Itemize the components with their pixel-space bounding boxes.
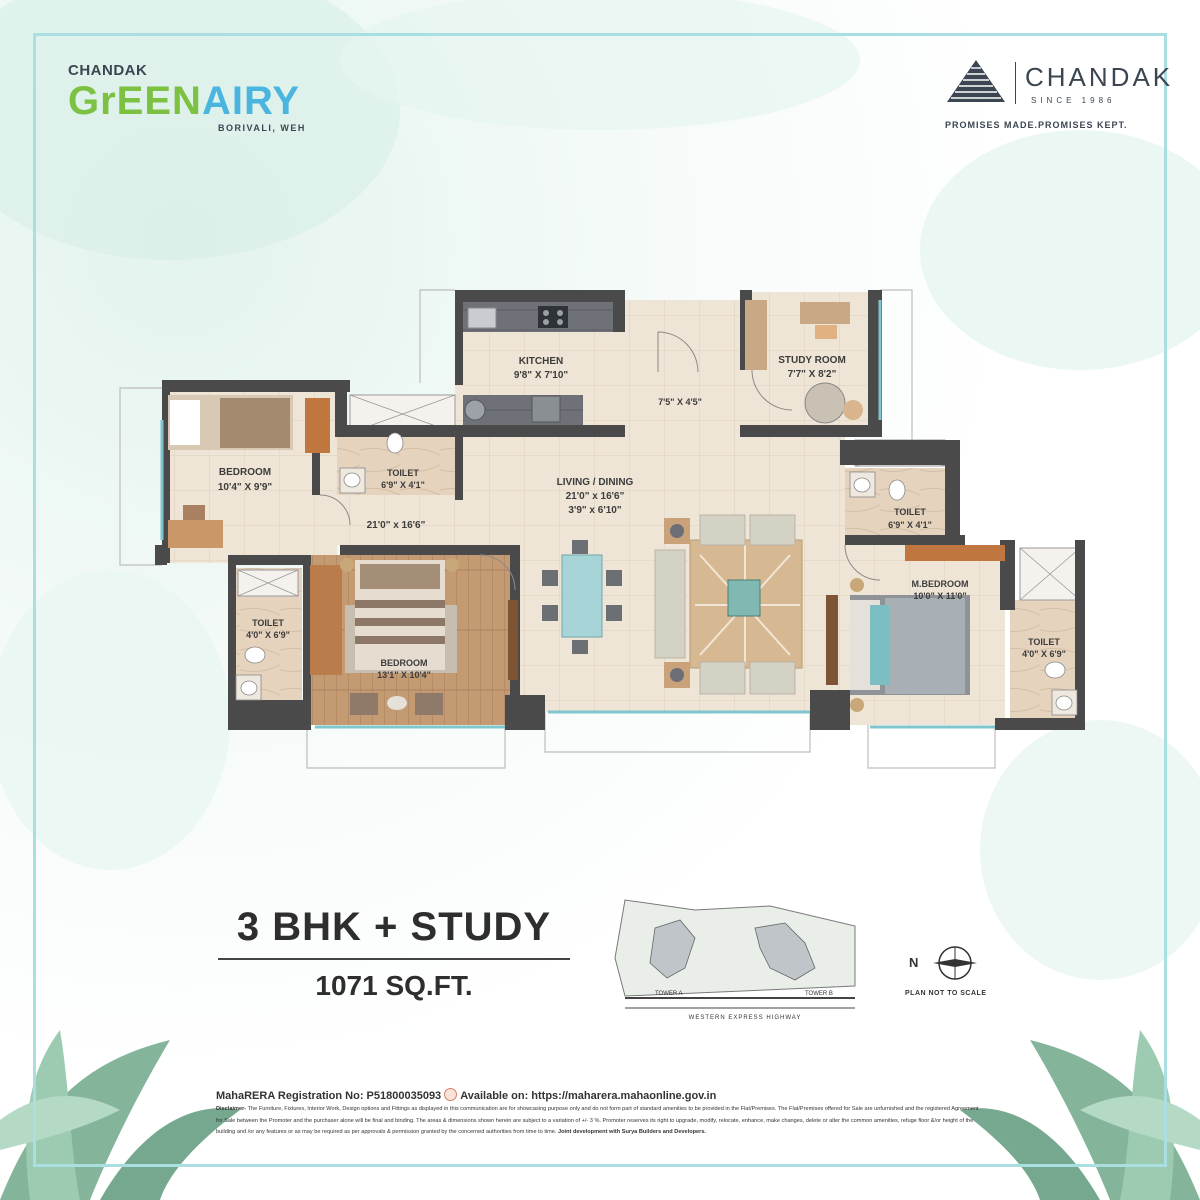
toilet3-name: TOILET [252,618,284,628]
living-size1: 21'0" x 16'6" [566,491,625,502]
living-name: LIVING / DINING [557,477,634,488]
mbedroom-name: M.BEDROOM [912,579,969,589]
unit-area: 1071 SQ.FT. [315,970,473,1001]
toilet1-name: TOILET [387,468,419,478]
kitchen-name: KITCHEN [519,356,563,367]
passage-size: 7'5" X 4'5" [658,397,702,407]
mbedroom-size: 10'0" X 11'0" [913,591,966,601]
disclaimer: Disclaimer- The Furniture, Fixtures, Int… [216,1104,986,1139]
bedroom2-name: BEDROOM [381,658,428,668]
compass-north: N [909,955,918,970]
study-size: 7'7" X 8'2" [788,369,837,380]
joint-development: Joint development with Surya Builders an… [558,1129,706,1135]
bedroom1-name: BEDROOM [219,467,271,478]
unit-type: 3 BHK + STUDY [236,905,552,949]
tower-a-label: TOWER A [655,991,683,997]
title-divider [218,958,570,960]
study-name: STUDY ROOM [778,355,846,366]
key-plan: TOWER A TOWER B WESTERN EXPRESS HIGHWAY [614,899,856,1021]
compass-icon: N [909,946,977,980]
disclaimer-label: Disclaimer- [216,1106,247,1112]
lobby-size: 21'0" x 16'6" [367,520,426,531]
scale-note: PLAN NOT TO SCALE [905,990,987,997]
living-size2: 3'9" x 6'10" [568,505,621,516]
tower-b-label: TOWER B [805,991,833,997]
toilet4-size: 4'0" X 6'9" [1022,649,1066,659]
toilet1-size: 6'9" X 4'1" [381,480,425,490]
bedroom2-size: 13'1" X 10'4" [377,670,431,680]
road-label: WESTERN EXPRESS HIGHWAY [689,1015,802,1021]
rera-website: Available on: https://maharera.mahaonlin… [460,1090,717,1102]
maharera-seal-icon [444,1088,458,1101]
toilet2-size: 6'9" X 4'1" [888,520,932,530]
rera-line: MahaRERA Registration No: P51800035093 Av… [216,1088,716,1102]
toilet3-size: 4'0" X 6'9" [246,630,290,640]
kitchen-size: 9'8" X 7'10" [514,370,569,381]
rera-number: MahaRERA Registration No: P51800035093 [216,1090,442,1102]
bedroom1-size: 10'4" X 9'9" [218,482,273,493]
toilet4-name: TOILET [1028,637,1060,647]
floor-plan: KITCHEN 9'8" X 7'10" STUDY ROOM 7'7" X 8… [119,289,1085,769]
toilet2-name: TOILET [894,507,926,517]
